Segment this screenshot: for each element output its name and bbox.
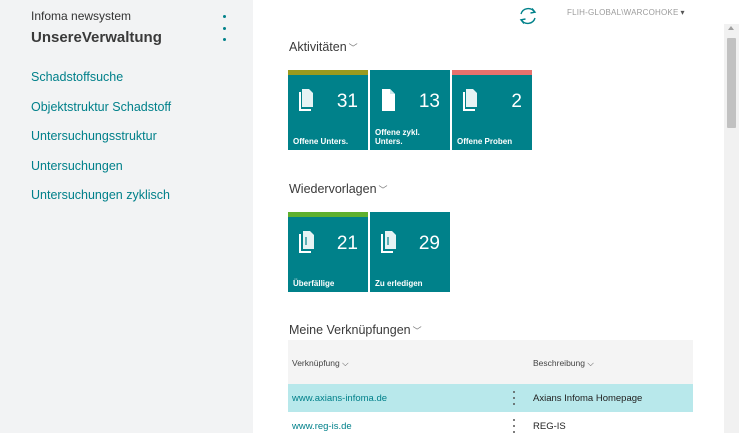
table-row[interactable]: www.reg-is.de REG-IS <box>288 412 693 433</box>
shortcut-description: REG-IS <box>533 421 566 432</box>
tile-offene-unters[interactable]: 31 Offene Unters. <box>288 70 368 150</box>
tile-label: Zu erledigen <box>375 279 423 288</box>
sidebar-item-untersuchungsstruktur[interactable]: Untersuchungsstruktur <box>31 126 171 156</box>
row-actions-icon[interactable] <box>511 419 517 433</box>
shortcut-description: Axians Infoma Homepage <box>533 393 643 404</box>
sidebar-item-untersuchungen-zyklisch[interactable]: Untersuchungen zyklisch <box>31 185 171 215</box>
column-header-verknuepfung[interactable]: Verknüpfung ⌵ <box>292 358 349 369</box>
sidebar-item-objektstruktur-schadstoff[interactable]: Objektstruktur Schadstoff <box>31 97 171 127</box>
tile-label: Offene Unters. <box>293 137 349 146</box>
tile-label: Offene zykl. Unters. <box>375 128 420 146</box>
tile-count: 31 <box>336 91 358 112</box>
company-name[interactable]: UnsereVerwaltung <box>31 29 162 46</box>
document-icon <box>299 89 313 111</box>
document-icon <box>463 89 477 111</box>
shortcut-link[interactable]: www.reg-is.de <box>292 421 352 432</box>
tile-count: 29 <box>418 233 440 254</box>
more-options-icon[interactable] <box>218 15 230 41</box>
main-content: FLIH-GLOBAL\WARCOHOKE ▾ Aktivitäten ﹀ 31 O… <box>253 0 739 433</box>
tile-zu-erledigen[interactable]: 29 Zu erledigen <box>370 212 450 292</box>
chevron-down-icon: ﹀ <box>378 185 388 195</box>
tile-offene-zykl-unters[interactable]: 13 Offene zykl. Unters. <box>370 70 450 150</box>
table-header: Verknüpfung ⌵ Beschreibung ⌵ <box>288 340 693 384</box>
tile-indicator <box>288 70 368 75</box>
chevron-down-icon: ﹀ <box>412 326 422 336</box>
app-name: Infoma newsystem <box>31 9 132 23</box>
tile-indicator <box>288 212 368 217</box>
column-header-beschreibung[interactable]: Beschreibung ⌵ <box>533 358 594 369</box>
chevron-down-icon: ⌵ <box>342 358 349 368</box>
section-title-aktivitaeten[interactable]: Aktivitäten ﹀ <box>289 40 358 54</box>
section-title-meine-verknuepfungen[interactable]: Meine Verknüpfungen ﹀ <box>289 323 422 337</box>
documents-icon <box>299 231 314 253</box>
tile-count: 13 <box>418 91 440 112</box>
tile-ueberfaellige[interactable]: 21 Überfällige <box>288 212 368 292</box>
sidebar-item-untersuchungen[interactable]: Untersuchungen <box>31 156 171 186</box>
table-row[interactable]: www.axians-infoma.de Axians Infoma Homep… <box>288 384 693 412</box>
chevron-down-icon: ▾ <box>680 8 685 17</box>
sidebar-item-schadstoffsuche[interactable]: Schadstoffsuche <box>31 67 171 97</box>
scroll-thumb[interactable] <box>727 38 736 128</box>
tile-count: 2 <box>511 91 522 112</box>
sidebar-nav: Schadstoffsuche Objektstruktur Schadstof… <box>31 67 171 215</box>
shortcuts-table: Verknüpfung ⌵ Beschreibung ⌵ www.axians-… <box>288 340 693 433</box>
user-name: FLIH-GLOBAL\WARCOHOKE <box>567 8 679 17</box>
chevron-down-icon: ﹀ <box>348 43 358 53</box>
refresh-icon[interactable] <box>517 5 539 27</box>
user-menu[interactable]: FLIH-GLOBAL\WARCOHOKE ▾ <box>567 8 685 17</box>
tile-indicator <box>452 70 532 75</box>
shortcut-link[interactable]: www.axians-infoma.de <box>292 393 387 404</box>
tile-label: Überfällige <box>293 279 335 288</box>
vertical-scrollbar[interactable] <box>724 24 739 433</box>
tile-count: 21 <box>336 233 358 254</box>
document-icon <box>382 89 395 111</box>
sidebar: Infoma newsystem UnsereVerwaltung Schads… <box>0 0 253 433</box>
scroll-up-arrow-icon[interactable] <box>728 26 734 30</box>
row-actions-icon[interactable] <box>511 391 517 405</box>
chevron-down-icon: ⌵ <box>587 358 594 368</box>
tile-label: Offene Proben <box>457 137 513 146</box>
documents-icon <box>381 231 396 253</box>
section-title-wiedervorlagen[interactable]: Wiedervorlagen ﹀ <box>289 182 388 196</box>
tile-offene-proben[interactable]: 2 Offene Proben <box>452 70 532 150</box>
